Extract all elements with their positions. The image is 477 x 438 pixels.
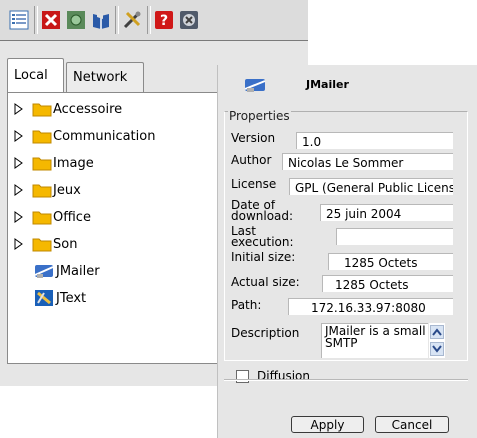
tab-network[interactable]: Network bbox=[66, 62, 144, 92]
divider bbox=[224, 379, 468, 381]
tree-item-label: Communication bbox=[53, 128, 156, 144]
description-label: Description bbox=[231, 328, 300, 340]
date-of-download-label: Date of download: bbox=[231, 200, 294, 223]
path-field[interactable]: 172.16.33.97:8080 bbox=[288, 298, 453, 315]
expand-arrow-icon[interactable] bbox=[14, 157, 24, 169]
version-label: Version bbox=[231, 133, 276, 145]
book-icon[interactable] bbox=[91, 10, 111, 30]
folder-icon bbox=[32, 238, 52, 252]
tree-item-label: Accessoire bbox=[53, 101, 123, 117]
tree-item-jmailer[interactable]: JMailer bbox=[14, 261, 100, 281]
tree-item-label: Son bbox=[53, 236, 78, 252]
toolbar-separator bbox=[34, 6, 38, 34]
folder-icon bbox=[32, 103, 52, 117]
green-round-icon[interactable] bbox=[66, 10, 86, 30]
scroll-up-icon[interactable] bbox=[430, 325, 444, 339]
mail-app-icon bbox=[34, 265, 54, 278]
tree-item-son[interactable]: Son bbox=[14, 234, 77, 254]
tree-item-label: Office bbox=[53, 209, 91, 225]
folder-icon bbox=[32, 157, 52, 171]
tree-item-label: Jeux bbox=[53, 182, 81, 198]
toolbar-separator bbox=[147, 6, 151, 34]
tree-item-accessoire[interactable]: Accessoire bbox=[14, 99, 122, 119]
diffusion-label: Diffusion bbox=[257, 369, 310, 379]
tree-item-communication[interactable]: Communication bbox=[14, 126, 155, 146]
expand-arrow-icon[interactable] bbox=[14, 238, 24, 250]
tools-icon[interactable] bbox=[122, 10, 142, 30]
folder-icon bbox=[32, 211, 52, 225]
last-execution-label: Last execution: bbox=[231, 226, 294, 249]
help-icon[interactable]: ? bbox=[154, 10, 174, 30]
svg-text:?: ? bbox=[160, 13, 168, 29]
initial-size-field[interactable]: 1285 Octets bbox=[328, 253, 453, 270]
tree-item-label: JMailer bbox=[56, 263, 100, 279]
text-app-icon bbox=[35, 290, 53, 306]
tree-item-office[interactable]: Office bbox=[14, 207, 91, 227]
tree-item-label: JText bbox=[56, 290, 87, 306]
initial-size-label: Initial size: bbox=[231, 252, 296, 264]
date-of-download-field[interactable]: 25 juin 2004 bbox=[320, 204, 453, 221]
description-scrollbar[interactable] bbox=[429, 323, 445, 358]
scroll-down-icon[interactable] bbox=[430, 342, 444, 356]
description-textarea[interactable]: JMailer is a small SMTP bbox=[321, 323, 428, 358]
expand-arrow-icon[interactable] bbox=[14, 184, 24, 196]
apply-button[interactable]: Apply bbox=[291, 416, 364, 433]
tab-local[interactable]: Local bbox=[7, 58, 64, 92]
path-label: Path: bbox=[231, 300, 262, 312]
tree-item-label: Image bbox=[53, 155, 94, 171]
properties-legend: Properties bbox=[228, 109, 291, 123]
license-label: License bbox=[231, 179, 277, 191]
version-field[interactable]: 1.0 bbox=[296, 132, 453, 149]
close-icon[interactable] bbox=[179, 10, 199, 30]
tree-item-jtext[interactable]: JText bbox=[14, 288, 86, 308]
folder-icon bbox=[32, 184, 52, 198]
expand-arrow-icon[interactable] bbox=[14, 103, 24, 115]
delete-icon[interactable] bbox=[41, 10, 61, 30]
author-label: Author bbox=[231, 155, 272, 167]
last-execution-field[interactable] bbox=[336, 228, 453, 245]
properties-dialog: JMailer Properties Version 1.0 Author Ni… bbox=[218, 65, 477, 438]
expand-arrow-icon[interactable] bbox=[14, 130, 24, 142]
diffusion-checkbox[interactable] bbox=[236, 370, 249, 383]
license-field[interactable]: GPL (General Public License) bbox=[289, 178, 453, 195]
list-view-icon[interactable] bbox=[9, 10, 29, 30]
actual-size-label: Actual size: bbox=[231, 277, 300, 289]
actual-size-field[interactable]: 1285 Octets bbox=[322, 275, 453, 292]
toolbar-separator bbox=[115, 6, 119, 34]
tree-item-jeux[interactable]: Jeux bbox=[14, 180, 81, 200]
author-field[interactable]: Nicolas Le Sommer bbox=[282, 153, 453, 170]
folder-icon bbox=[32, 130, 52, 144]
expand-arrow-icon[interactable] bbox=[14, 211, 24, 223]
dialog-title: JMailer bbox=[306, 78, 349, 91]
toolbar: ? bbox=[0, 0, 308, 41]
mail-app-icon bbox=[244, 79, 266, 92]
cancel-button[interactable]: Cancel bbox=[375, 416, 449, 433]
tree-item-image[interactable]: Image bbox=[14, 153, 94, 173]
